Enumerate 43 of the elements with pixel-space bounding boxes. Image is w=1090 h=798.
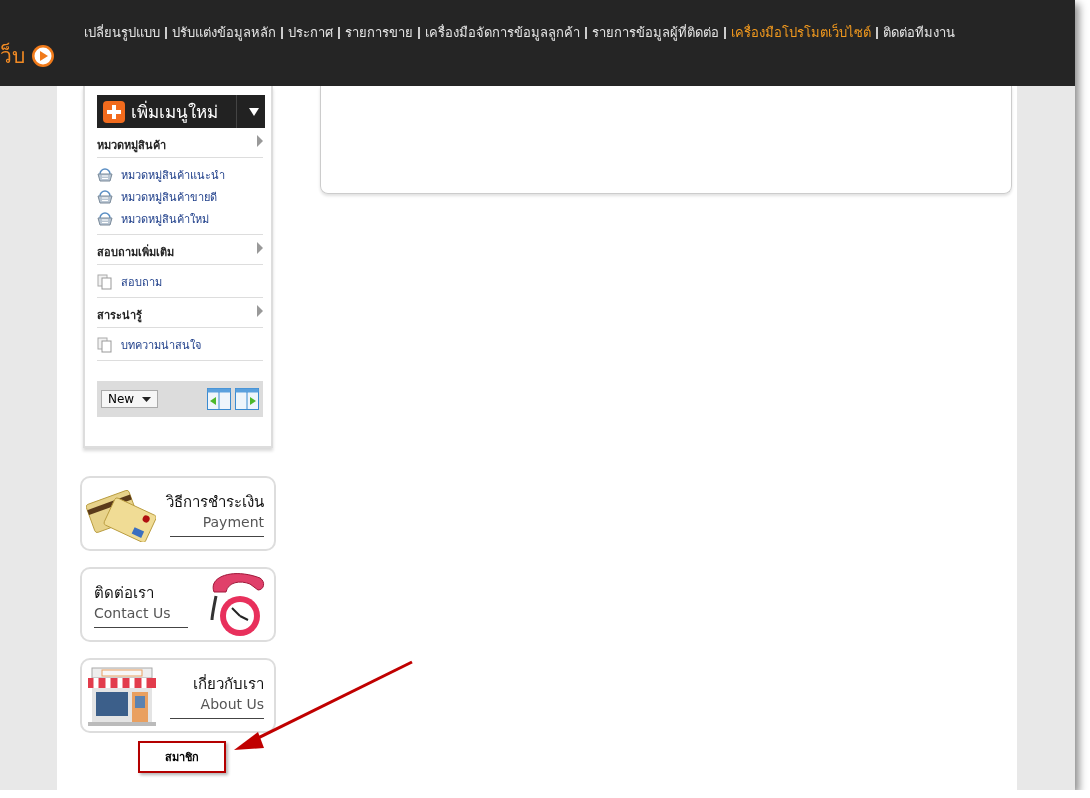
banner-card[interactable]: ติดต่อเรา Contact Us	[80, 567, 276, 642]
add-menu-button[interactable]: เพิ่มเมนูใหม่	[97, 95, 265, 128]
logo-text[interactable]: ว็บ	[0, 39, 25, 72]
nav-link[interactable]: ปรับแต่งข้อมูลหลัก	[172, 22, 276, 43]
section-title: สาระน่ารู้	[97, 308, 142, 324]
banner-card[interactable]: เกี่ยวกับเรา About Us	[80, 658, 276, 733]
banner-title: เกี่ยวกับเรา	[193, 673, 264, 695]
banner-card[interactable]: วิธีการชำระเงิน Payment	[80, 476, 276, 551]
pages-icon	[97, 274, 113, 290]
plus-icon	[103, 100, 125, 123]
banner-subtitle: Payment	[202, 514, 264, 530]
member-label[interactable]: สมาชิก	[138, 741, 226, 773]
menu-link[interactable]: หมวดหมู่สินค้าแนะนำ	[121, 166, 225, 184]
nav-link[interactable]: ติดต่อทีมงาน	[883, 22, 955, 43]
menu-link[interactable]: บทความน่าสนใจ	[121, 336, 201, 354]
banner-title: ติดต่อเรา	[94, 583, 154, 604]
play-icon[interactable]	[31, 43, 55, 68]
nav-link[interactable]: เปลี่ยนรูปแบบ	[84, 22, 160, 43]
dropdown-arrow-icon	[142, 396, 152, 402]
basket-icon	[97, 212, 113, 226]
menu-link[interactable]: หมวดหมู่สินค้าขายดี	[121, 188, 217, 206]
banner-subtitle: About Us	[200, 696, 264, 712]
pages-icon	[97, 337, 113, 353]
move-right-icon[interactable]	[235, 388, 259, 410]
expand-arrow-icon[interactable]	[257, 242, 263, 254]
nav-link[interactable]: รายการขาย	[345, 22, 413, 43]
menu-link[interactable]: หมวดหมู่สินค้าใหม่	[121, 210, 209, 228]
expand-arrow-icon[interactable]	[257, 135, 263, 147]
section-title: สอบถามเพิ่มเติม	[97, 243, 174, 261]
dropdown-arrow-icon	[249, 107, 259, 116]
move-left-icon[interactable]	[207, 388, 231, 410]
section-title: หมวดหมู่สินค้า	[97, 138, 166, 154]
banner-title: วิธีการชำระเงิน	[166, 492, 264, 513]
expand-arrow-icon[interactable]	[257, 305, 263, 317]
nav-link[interactable]: ประกาศ	[288, 22, 333, 43]
basket-icon	[97, 190, 113, 204]
nav-link[interactable]: เครื่องมือโปรโมตเว็บไซต์	[731, 22, 871, 43]
nav-link[interactable]: เครื่องมือจัดการข้อมูลลูกค้า	[425, 22, 580, 43]
nav-link[interactable]: รายการข้อมูลผู้ที่ติดต่อ	[592, 22, 719, 43]
banner-subtitle: Contact Us	[94, 605, 171, 621]
menu-link[interactable]: สอบถาม	[121, 273, 162, 291]
basket-icon	[97, 168, 113, 182]
new-dropdown[interactable]: New	[101, 390, 159, 408]
